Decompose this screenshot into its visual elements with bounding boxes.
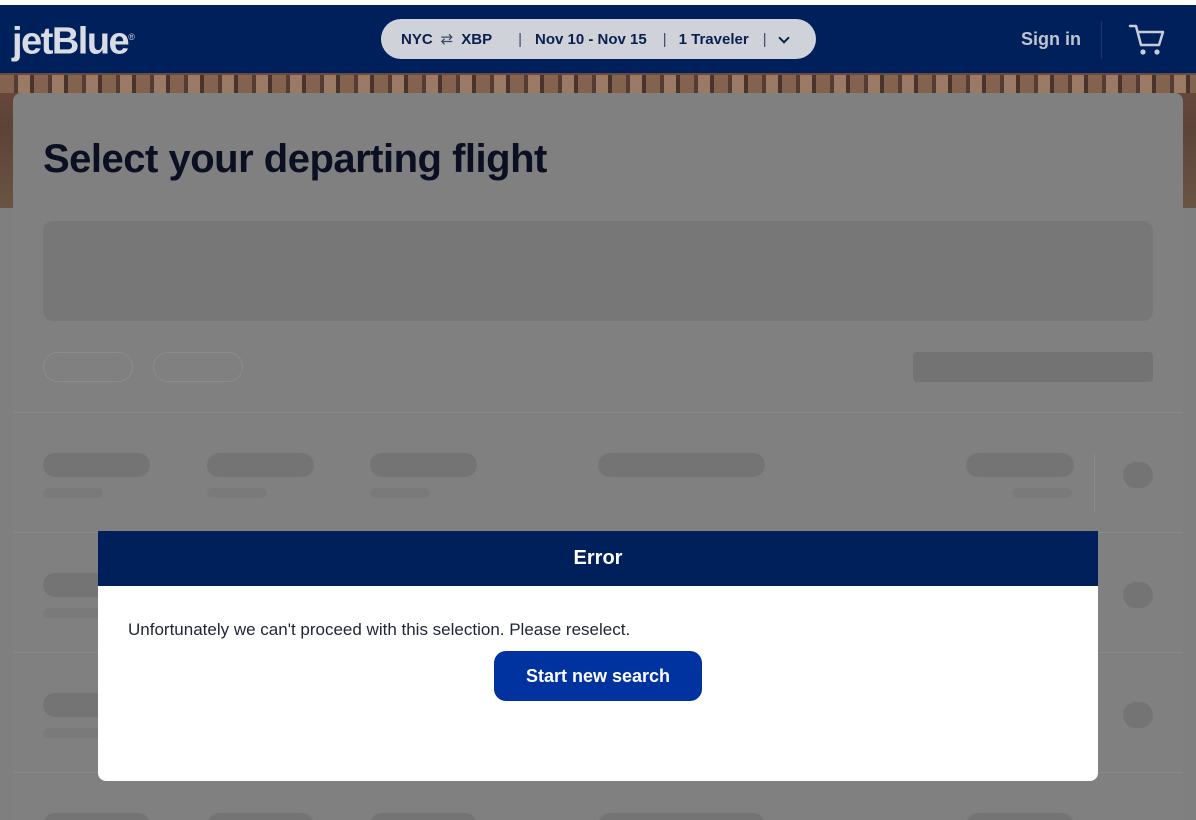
row-divider — [13, 412, 1183, 413]
skeleton-bar — [43, 728, 103, 738]
hero-buildings — [0, 75, 1196, 93]
error-message: Unfortunately we can't proceed with this… — [128, 620, 631, 639]
loading-skeleton-sort — [913, 352, 1153, 382]
origin-code: NYC — [401, 30, 433, 48]
pill-separator: | — [762, 30, 767, 48]
header-divider — [1101, 21, 1102, 59]
error-modal-header: Error — [98, 531, 1098, 586]
traveler-count: 1 Traveler — [678, 30, 749, 48]
skeleton-bar — [207, 453, 314, 477]
cart-icon[interactable] — [1128, 23, 1166, 57]
page-title: Select your departing flight — [43, 137, 547, 181]
skeleton-bar — [43, 488, 103, 498]
loading-skeleton-filter-chip — [43, 352, 133, 382]
loading-skeleton-filter-chip — [153, 352, 243, 382]
site-header: jetBlue® NYC ⇄ XBP | Nov 10 - Nov 15 | 1… — [0, 5, 1196, 73]
skeleton-bar — [370, 488, 430, 498]
skeleton-bar — [43, 453, 150, 477]
skeleton-bar — [598, 813, 765, 820]
chevron-down-icon[interactable] — [777, 32, 791, 46]
skeleton-bar — [966, 453, 1074, 477]
skeleton-bar — [43, 608, 103, 618]
jetblue-logo[interactable]: jetBlue® — [12, 17, 135, 62]
error-modal: Error Unfortunately we can't proceed wit… — [98, 531, 1098, 781]
sign-in-link[interactable]: Sign in — [1021, 29, 1081, 50]
skeleton-bar — [966, 813, 1074, 820]
skeleton-bar — [598, 453, 765, 477]
search-summary-pill[interactable]: NYC ⇄ XBP | Nov 10 - Nov 15 | 1 Traveler… — [381, 19, 816, 59]
start-new-search-button[interactable]: Start new search — [494, 651, 702, 701]
logo-text: jetBlue — [12, 20, 130, 63]
loading-skeleton-summary — [43, 221, 1153, 321]
skeleton-bar — [370, 813, 477, 820]
swap-icon: ⇄ — [440, 31, 454, 48]
skeleton-bar — [1012, 488, 1072, 498]
skeleton-bar — [207, 488, 267, 498]
skeleton-dot — [1123, 462, 1153, 488]
pill-separator: | — [518, 30, 522, 48]
logo-registered-mark: ® — [128, 32, 135, 42]
skeleton-divider — [1094, 454, 1095, 512]
skeleton-dot — [1123, 702, 1153, 728]
error-modal-title: Error — [573, 547, 623, 569]
skeleton-dot — [1123, 582, 1153, 608]
pill-separator: | — [662, 30, 667, 48]
skeleton-bar — [207, 813, 314, 820]
destination-code: XBP — [461, 30, 493, 48]
skeleton-bar — [370, 453, 477, 477]
skeleton-bar — [43, 813, 150, 820]
travel-dates: Nov 10 - Nov 15 — [535, 30, 647, 48]
